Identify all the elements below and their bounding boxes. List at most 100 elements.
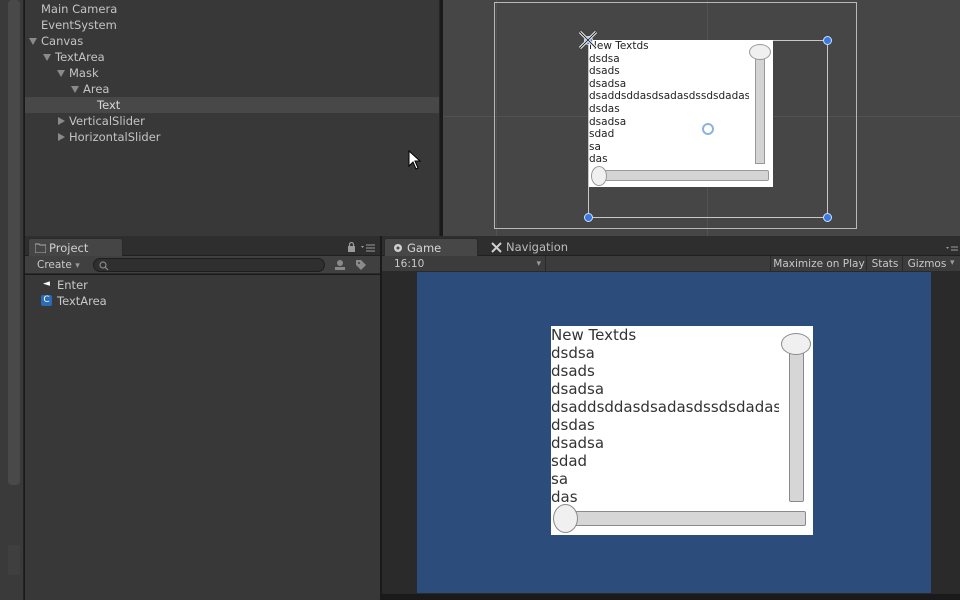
- move-tool-icon[interactable]: [576, 28, 600, 52]
- game-text-panel[interactable]: New Textds dsdsa dsads dsadsa dsaddsddas…: [551, 326, 813, 535]
- hierarchy-item-label: Area: [83, 82, 110, 96]
- hierarchy-item-label: HorizontalSlider: [69, 130, 161, 144]
- create-label: Create: [37, 259, 72, 271]
- collapse-arrow-icon[interactable]: [58, 133, 65, 141]
- aspect-ratio-dropdown[interactable]: 16:10 ▾: [386, 256, 546, 272]
- unity-scene-icon: ◄: [43, 279, 50, 289]
- hierarchy-item-label: Main Camera: [41, 2, 118, 16]
- hierarchy-item-label: Canvas: [41, 34, 84, 48]
- game-text-line: dsdas: [551, 416, 595, 434]
- scene-vertical-slider-track[interactable]: [755, 56, 765, 164]
- hierarchy-item-main-camera[interactable]: Main Camera: [25, 1, 439, 17]
- game-text-line: sa: [551, 470, 569, 488]
- left-scrollbar-end: [8, 545, 20, 575]
- game-text-line: dsadsa: [551, 380, 605, 398]
- game-vertical-slider-track[interactable]: [789, 340, 804, 502]
- game-text-line: das: [551, 488, 578, 506]
- lock-icon[interactable]: [347, 242, 356, 252]
- game-text-line: dsdsa: [551, 344, 595, 362]
- dropdown-arrow-icon: ▾: [536, 259, 541, 269]
- scene-view[interactable]: New Textds dsdsa dsads dsadsa dsaddsddas…: [443, 0, 960, 236]
- dropdown-arrow-icon: ▾: [75, 261, 80, 271]
- search-by-type-icon[interactable]: [333, 259, 347, 271]
- tab-game[interactable]: Game: [384, 238, 478, 256]
- hierarchy-item-label: TextArea: [55, 50, 105, 64]
- scene-text-line: dsaddsddasdsadasdssdsdadasd: [589, 90, 749, 103]
- hierarchy-panel: Main Camera EventSystem Canvas TextArea …: [25, 0, 440, 236]
- game-text-line: dsaddsddasdsadasdssdsdadasd: [551, 398, 779, 416]
- hierarchy-item-canvas[interactable]: Canvas: [25, 33, 439, 49]
- hierarchy-item-textarea[interactable]: TextArea: [25, 49, 439, 65]
- game-text-line: dsadsa: [551, 434, 605, 452]
- project-search-input[interactable]: [93, 258, 325, 272]
- rect-handle-bottom-left[interactable]: [584, 213, 593, 222]
- game-horizontal-slider-handle[interactable]: [553, 504, 578, 533]
- hierarchy-item-label: VerticalSlider: [69, 114, 145, 128]
- create-dropdown-button[interactable]: Create ▾: [29, 257, 83, 273]
- scene-text-line: sa: [589, 140, 601, 153]
- hierarchy-item-horizontalslider[interactable]: HorizontalSlider: [25, 129, 439, 145]
- scene-text-line: dsdsa: [589, 52, 620, 65]
- game-vertical-slider-handle[interactable]: [781, 333, 811, 355]
- scene-horizontal-slider-handle[interactable]: [591, 166, 607, 186]
- asset-label: TextArea: [57, 294, 107, 308]
- rect-handle-bottom-right[interactable]: [823, 213, 832, 222]
- scene-text-panel[interactable]: New Textds dsdsa dsads dsadsa dsaddsddas…: [589, 40, 773, 187]
- game-text-line: dsads: [551, 362, 595, 380]
- gizmos-dropdown-arrow-icon[interactable]: ▾: [950, 258, 955, 268]
- game-text-line: sdad: [551, 452, 588, 470]
- hierarchy-item-text[interactable]: Text: [25, 97, 439, 113]
- scene-vertical-slider-handle[interactable]: [749, 44, 771, 60]
- asset-label: Enter: [57, 278, 88, 292]
- project-asset-list: ◄ Enter C TextArea: [25, 275, 380, 600]
- expand-arrow-icon[interactable]: [43, 54, 51, 61]
- left-dock-strip: [0, 0, 24, 600]
- hierarchy-item-label: Mask: [69, 66, 99, 80]
- hierarchy-item-area[interactable]: Area: [25, 81, 439, 97]
- gizmos-toggle[interactable]: Gizmos: [902, 256, 951, 272]
- game-controller-icon: [394, 244, 402, 252]
- hierarchy-item-eventsystem[interactable]: EventSystem: [25, 17, 439, 33]
- scene-text-line: dsadsa: [589, 77, 627, 90]
- panel-menu-icon[interactable]: [946, 246, 958, 252]
- expand-arrow-icon[interactable]: [57, 70, 65, 77]
- game-tab-bar: Game Navigation: [382, 236, 960, 256]
- scene-text-line: dsads: [589, 65, 620, 78]
- expand-arrow-icon[interactable]: [29, 38, 37, 45]
- hierarchy-item-label: EventSystem: [41, 18, 117, 32]
- project-toolbar: Create ▾: [25, 256, 380, 274]
- pivot-icon[interactable]: [702, 123, 714, 135]
- stats-toggle[interactable]: Stats: [866, 256, 903, 272]
- rect-handle-top-right[interactable]: [823, 36, 832, 45]
- left-scrollbar[interactable]: [8, 0, 20, 485]
- tab-label: Navigation: [506, 240, 569, 254]
- aspect-ratio-value: 16:10: [394, 258, 425, 270]
- game-toolbar: 16:10 ▾ Maximize on Play Stats Gizmos ▾: [382, 256, 960, 272]
- hierarchy-item-label: Text: [97, 98, 121, 112]
- mouse-cursor-icon: [408, 150, 422, 170]
- tab-label: Game: [407, 241, 442, 255]
- hierarchy-item-verticalslider[interactable]: VerticalSlider: [25, 113, 439, 129]
- scene-text-line: dsadsa: [589, 115, 627, 128]
- game-horizontal-slider-track[interactable]: [556, 511, 806, 526]
- scene-text-line: New Textds: [589, 40, 649, 52]
- list-item[interactable]: ◄ Enter: [25, 277, 225, 293]
- maximize-on-play-toggle[interactable]: Maximize on Play: [770, 256, 867, 272]
- panel-menu-icon[interactable]: [361, 244, 375, 252]
- expand-arrow-icon[interactable]: [71, 86, 79, 93]
- collapse-arrow-icon[interactable]: [58, 117, 65, 125]
- game-text-line: New Textds: [551, 326, 637, 344]
- scene-text-line: das: [589, 153, 608, 166]
- tab-project[interactable]: Project: [28, 238, 123, 256]
- scene-text-line: dsdas: [589, 102, 620, 115]
- tab-label: Project: [49, 241, 89, 255]
- search-by-label-icon[interactable]: [355, 259, 367, 271]
- list-item[interactable]: C TextArea: [25, 293, 225, 309]
- scene-text-line: sdad: [589, 128, 615, 141]
- project-tab-bar: Project: [25, 236, 380, 256]
- scene-horizontal-slider-track[interactable]: [593, 170, 769, 181]
- navigation-icon: [491, 242, 502, 253]
- search-icon: [99, 261, 109, 271]
- hierarchy-item-mask[interactable]: Mask: [25, 65, 439, 81]
- tab-navigation[interactable]: Navigation: [488, 238, 598, 256]
